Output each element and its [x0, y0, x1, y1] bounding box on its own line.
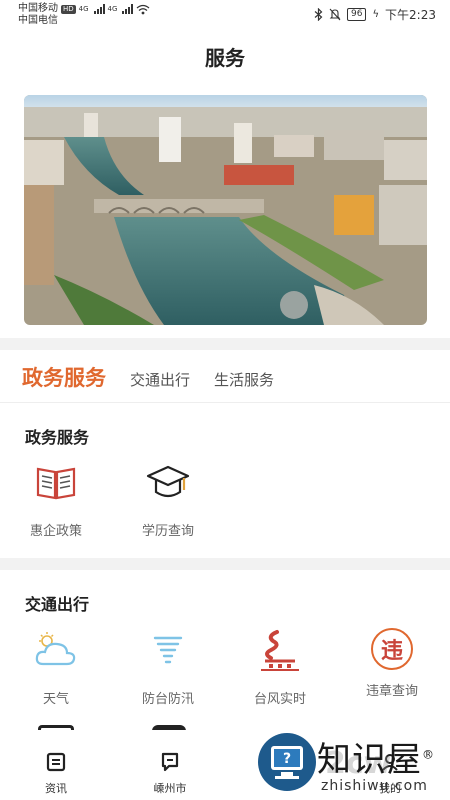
nav-news-label: 资讯 — [45, 782, 67, 795]
book-icon — [36, 467, 76, 500]
registered-mark: ® — [422, 747, 435, 762]
carrier-1: 中国移动 — [18, 3, 58, 14]
carrier-2: 中国电信 — [18, 15, 58, 26]
tornado-icon — [153, 636, 183, 664]
charging-icon: ϟ — [372, 9, 380, 20]
category-tabs: 政务服务 交通出行 生活服务 — [22, 362, 298, 392]
section-title-transport: 交通出行 — [25, 595, 90, 614]
service-violation-query[interactable]: 违 违章查询 — [342, 628, 442, 699]
svg-text:?: ? — [283, 751, 291, 767]
service-typhoon-live[interactable]: 台风实时 — [230, 628, 330, 707]
wifi-icon — [137, 4, 150, 14]
city-river-photo — [24, 95, 427, 325]
nav-city[interactable]: 嵊州市 — [140, 752, 200, 796]
tab-gov-services[interactable]: 政务服务 — [22, 362, 106, 392]
status-bar: 中国移动 HD 4G 4G 中国电信 96 ϟ 下午2:23 — [0, 0, 450, 30]
help-computer-icon: ? — [258, 733, 316, 791]
service-typhoon-live-label: 台风实时 — [253, 692, 306, 707]
watermark-text: 知识屋® — [317, 732, 435, 781]
service-violation-query-label: 违章查询 — [365, 684, 418, 699]
signal-icon — [93, 4, 105, 14]
violation-icon: 违 — [371, 628, 413, 670]
city-icon — [161, 752, 179, 772]
watermark-url: zhishiwu.com — [321, 778, 428, 794]
tab-transport[interactable]: 交通出行 — [130, 369, 190, 390]
service-flood-control-label: 防台防汛 — [141, 692, 194, 707]
hd-badge: HD — [61, 4, 76, 14]
carrier-info: 中国移动 HD 4G 4G 中国电信 — [18, 3, 150, 27]
signal-icon-2 — [122, 4, 134, 14]
battery-indicator: 96 — [346, 8, 367, 21]
service-policy[interactable]: 惠企政策 — [6, 460, 106, 539]
nav-city-label: 嵊州市 — [153, 782, 187, 795]
section-title-gov: 政务服务 — [25, 428, 90, 447]
tab-life-services[interactable]: 生活服务 — [214, 369, 274, 390]
system-status: 96 ϟ 下午2:23 — [314, 6, 436, 23]
cloud-icon — [35, 632, 76, 666]
network-type-2: 4G — [107, 5, 118, 13]
service-weather-label: 天气 — [42, 692, 69, 707]
network-type-1: 4G — [78, 5, 89, 13]
graduation-cap-icon — [146, 465, 190, 498]
watermark-brand: 知识屋 — [317, 740, 422, 780]
service-flood-control[interactable]: 防台防汛 — [118, 628, 218, 707]
mute-bell-icon — [329, 8, 341, 21]
banner-image[interactable] — [24, 95, 427, 325]
service-education-query-label: 学历查询 — [141, 524, 194, 539]
clock: 下午2:23 — [385, 8, 436, 22]
nav-news[interactable]: 资讯 — [26, 752, 86, 796]
violation-glyph: 违 — [380, 639, 403, 664]
tabs-underline-divider — [0, 402, 450, 403]
watermark: ? 2cw 知识屋® zhishiwu.com — [255, 728, 450, 800]
section-divider — [0, 338, 450, 350]
service-weather[interactable]: 天气 — [6, 628, 106, 707]
section-divider-2 — [0, 558, 450, 570]
service-education-query[interactable]: 学历查询 — [118, 460, 218, 539]
bluetooth-icon — [314, 8, 323, 21]
service-policy-label: 惠企政策 — [29, 524, 82, 539]
typhoon-icon — [261, 630, 299, 671]
news-icon — [46, 752, 66, 772]
page-title: 服务 — [205, 46, 245, 70]
